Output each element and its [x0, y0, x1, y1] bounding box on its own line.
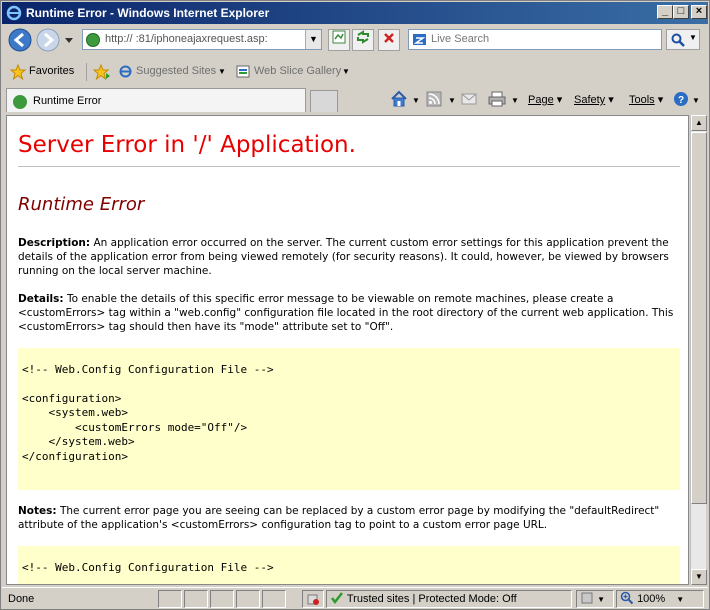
web-slice-dropdown-icon[interactable]: ▼ [342, 67, 350, 76]
magnifier-icon [671, 33, 685, 47]
scroll-thumb[interactable] [691, 132, 707, 504]
url-text: http:// :81/iphoneajaxrequest.asp: [105, 33, 268, 45]
refresh-icon [357, 30, 369, 44]
notes-paragraph: Notes: The current error page you are se… [18, 504, 678, 532]
description-label: Description: [18, 237, 91, 249]
vertical-scrollbar[interactable]: ▲ ▼ [690, 115, 707, 585]
back-button[interactable] [8, 28, 32, 52]
home-dropdown-icon[interactable]: ▼ [412, 96, 420, 105]
suggested-sites-dropdown-icon[interactable]: ▼ [218, 67, 226, 76]
status-text: Done [8, 593, 35, 605]
page-menu[interactable]: Page ▾ [528, 93, 562, 106]
search-button[interactable]: ▼ [666, 29, 700, 50]
browser-window: Runtime Error - Windows Internet Explore… [0, 0, 710, 610]
maximize-button[interactable]: □ [673, 5, 689, 19]
scroll-up-button[interactable]: ▲ [691, 115, 707, 131]
compatibility-icon [332, 30, 346, 44]
refresh-button[interactable] [352, 29, 374, 51]
address-dropdown-icon[interactable]: ▼ [305, 30, 321, 49]
error-subheading: Runtime Error [18, 194, 145, 215]
description-text: An application error occurred on the ser… [18, 237, 669, 277]
zoom-icon [620, 591, 634, 605]
add-ons-icon [581, 592, 593, 604]
search-placeholder: Live Search [431, 33, 490, 45]
suggested-sites-link[interactable]: Suggested Sites [136, 65, 216, 77]
safety-menu-label: Safety [574, 94, 606, 106]
privacy-report-icon[interactable] [302, 590, 324, 608]
feeds-dropdown-icon[interactable]: ▼ [448, 96, 456, 105]
help-dropdown-icon[interactable]: ▼ [692, 96, 700, 105]
scroll-down-button[interactable]: ▼ [691, 569, 707, 585]
tab-label: Runtime Error [33, 95, 102, 107]
search-input[interactable]: Live Search [408, 29, 662, 50]
details-text: To enable the details of this specific e… [18, 293, 674, 333]
status-panel [236, 590, 260, 608]
favorites-bar: Favorites Suggested Sites ▼ Web Slice Ga… [2, 59, 708, 85]
tools-menu-label: Tools [629, 94, 655, 106]
divider [18, 166, 680, 167]
new-tab-button[interactable] [310, 90, 338, 112]
status-panel [210, 590, 234, 608]
search-options-dropdown-icon[interactable]: ▼ [689, 33, 697, 42]
details-label: Details: [18, 293, 64, 305]
safety-menu[interactable]: Safety ▾ [574, 93, 614, 106]
address-field[interactable]: http:// :81/iphoneajaxrequest.asp: ▼ [82, 29, 322, 50]
web-slice-gallery-link[interactable]: Web Slice Gallery [254, 65, 341, 77]
notes-label: Notes: [18, 505, 57, 517]
trusted-check-icon [331, 592, 343, 605]
compatibility-view-button[interactable] [328, 29, 350, 51]
tab-bar: Runtime Error ▼ ▼ ▼ Page ▾ Safety ▾ Tool… [2, 87, 708, 113]
favorites-button[interactable]: Favorites [29, 65, 74, 77]
zoom-control[interactable]: 100% ▼ [616, 590, 704, 608]
page-content: Server Error in '/' Application. Runtime… [6, 115, 689, 585]
add-to-favorites-bar-icon[interactable] [93, 64, 111, 80]
security-zone[interactable]: Trusted sites | Protected Mode: Off [326, 590, 572, 608]
description-paragraph: Description: An application error occurr… [18, 236, 678, 278]
site-icon [86, 33, 100, 47]
security-zone-text: Trusted sites | Protected Mode: Off [346, 593, 517, 605]
internet-explorer-icon [6, 5, 22, 21]
web-slice-icon [236, 65, 250, 78]
print-dropdown-icon[interactable]: ▼ [511, 96, 519, 105]
history-dropdown-icon[interactable] [64, 37, 74, 45]
config-code-block-2: <!-- Web.Config Configuration File --> [18, 546, 680, 584]
print-icon[interactable] [488, 91, 506, 107]
tracking-protection-button[interactable]: ▼ [576, 590, 614, 608]
tools-menu[interactable]: Tools ▾ [629, 93, 663, 106]
window-title: Runtime Error - Windows Internet Explore… [26, 6, 270, 20]
stop-icon [384, 33, 394, 43]
notes-text: The current error page you are seeing ca… [18, 505, 660, 531]
zone-dropdown-icon: ▼ [597, 595, 605, 604]
details-paragraph: Details: To enable the details of this s… [18, 292, 678, 334]
live-search-icon [413, 34, 426, 45]
stop-button[interactable] [378, 29, 400, 51]
minimize-button[interactable]: _ [657, 5, 673, 19]
ie-page-icon [119, 65, 132, 78]
svg-text:?: ? [678, 95, 684, 106]
home-icon[interactable] [390, 90, 408, 108]
status-panel [158, 590, 182, 608]
address-bar-row: http:// :81/iphoneajaxrequest.asp: ▼ Liv… [2, 25, 708, 57]
tab-site-icon [13, 95, 27, 109]
config-code-block: <!-- Web.Config Configuration File --> <… [18, 348, 680, 490]
title-bar: Runtime Error - Windows Internet Explore… [2, 2, 708, 24]
page-menu-label: Page [528, 94, 554, 106]
page-title: Server Error in '/' Application. [18, 132, 356, 158]
zoom-dropdown-icon: ▼ [676, 595, 685, 604]
favorites-star-icon [10, 64, 26, 80]
status-panel [262, 590, 286, 608]
close-button[interactable]: × [691, 5, 707, 19]
feeds-icon[interactable] [426, 91, 442, 107]
read-mail-icon[interactable] [461, 91, 477, 107]
tab-runtime-error[interactable]: Runtime Error [6, 88, 306, 112]
forward-button[interactable] [36, 28, 60, 52]
status-bar: Done Trusted sites | Protected Mode: Off… [2, 587, 708, 609]
zoom-level: 100% [637, 593, 666, 605]
help-icon[interactable]: ? [673, 91, 689, 107]
divider [86, 63, 87, 81]
status-panel [184, 590, 208, 608]
